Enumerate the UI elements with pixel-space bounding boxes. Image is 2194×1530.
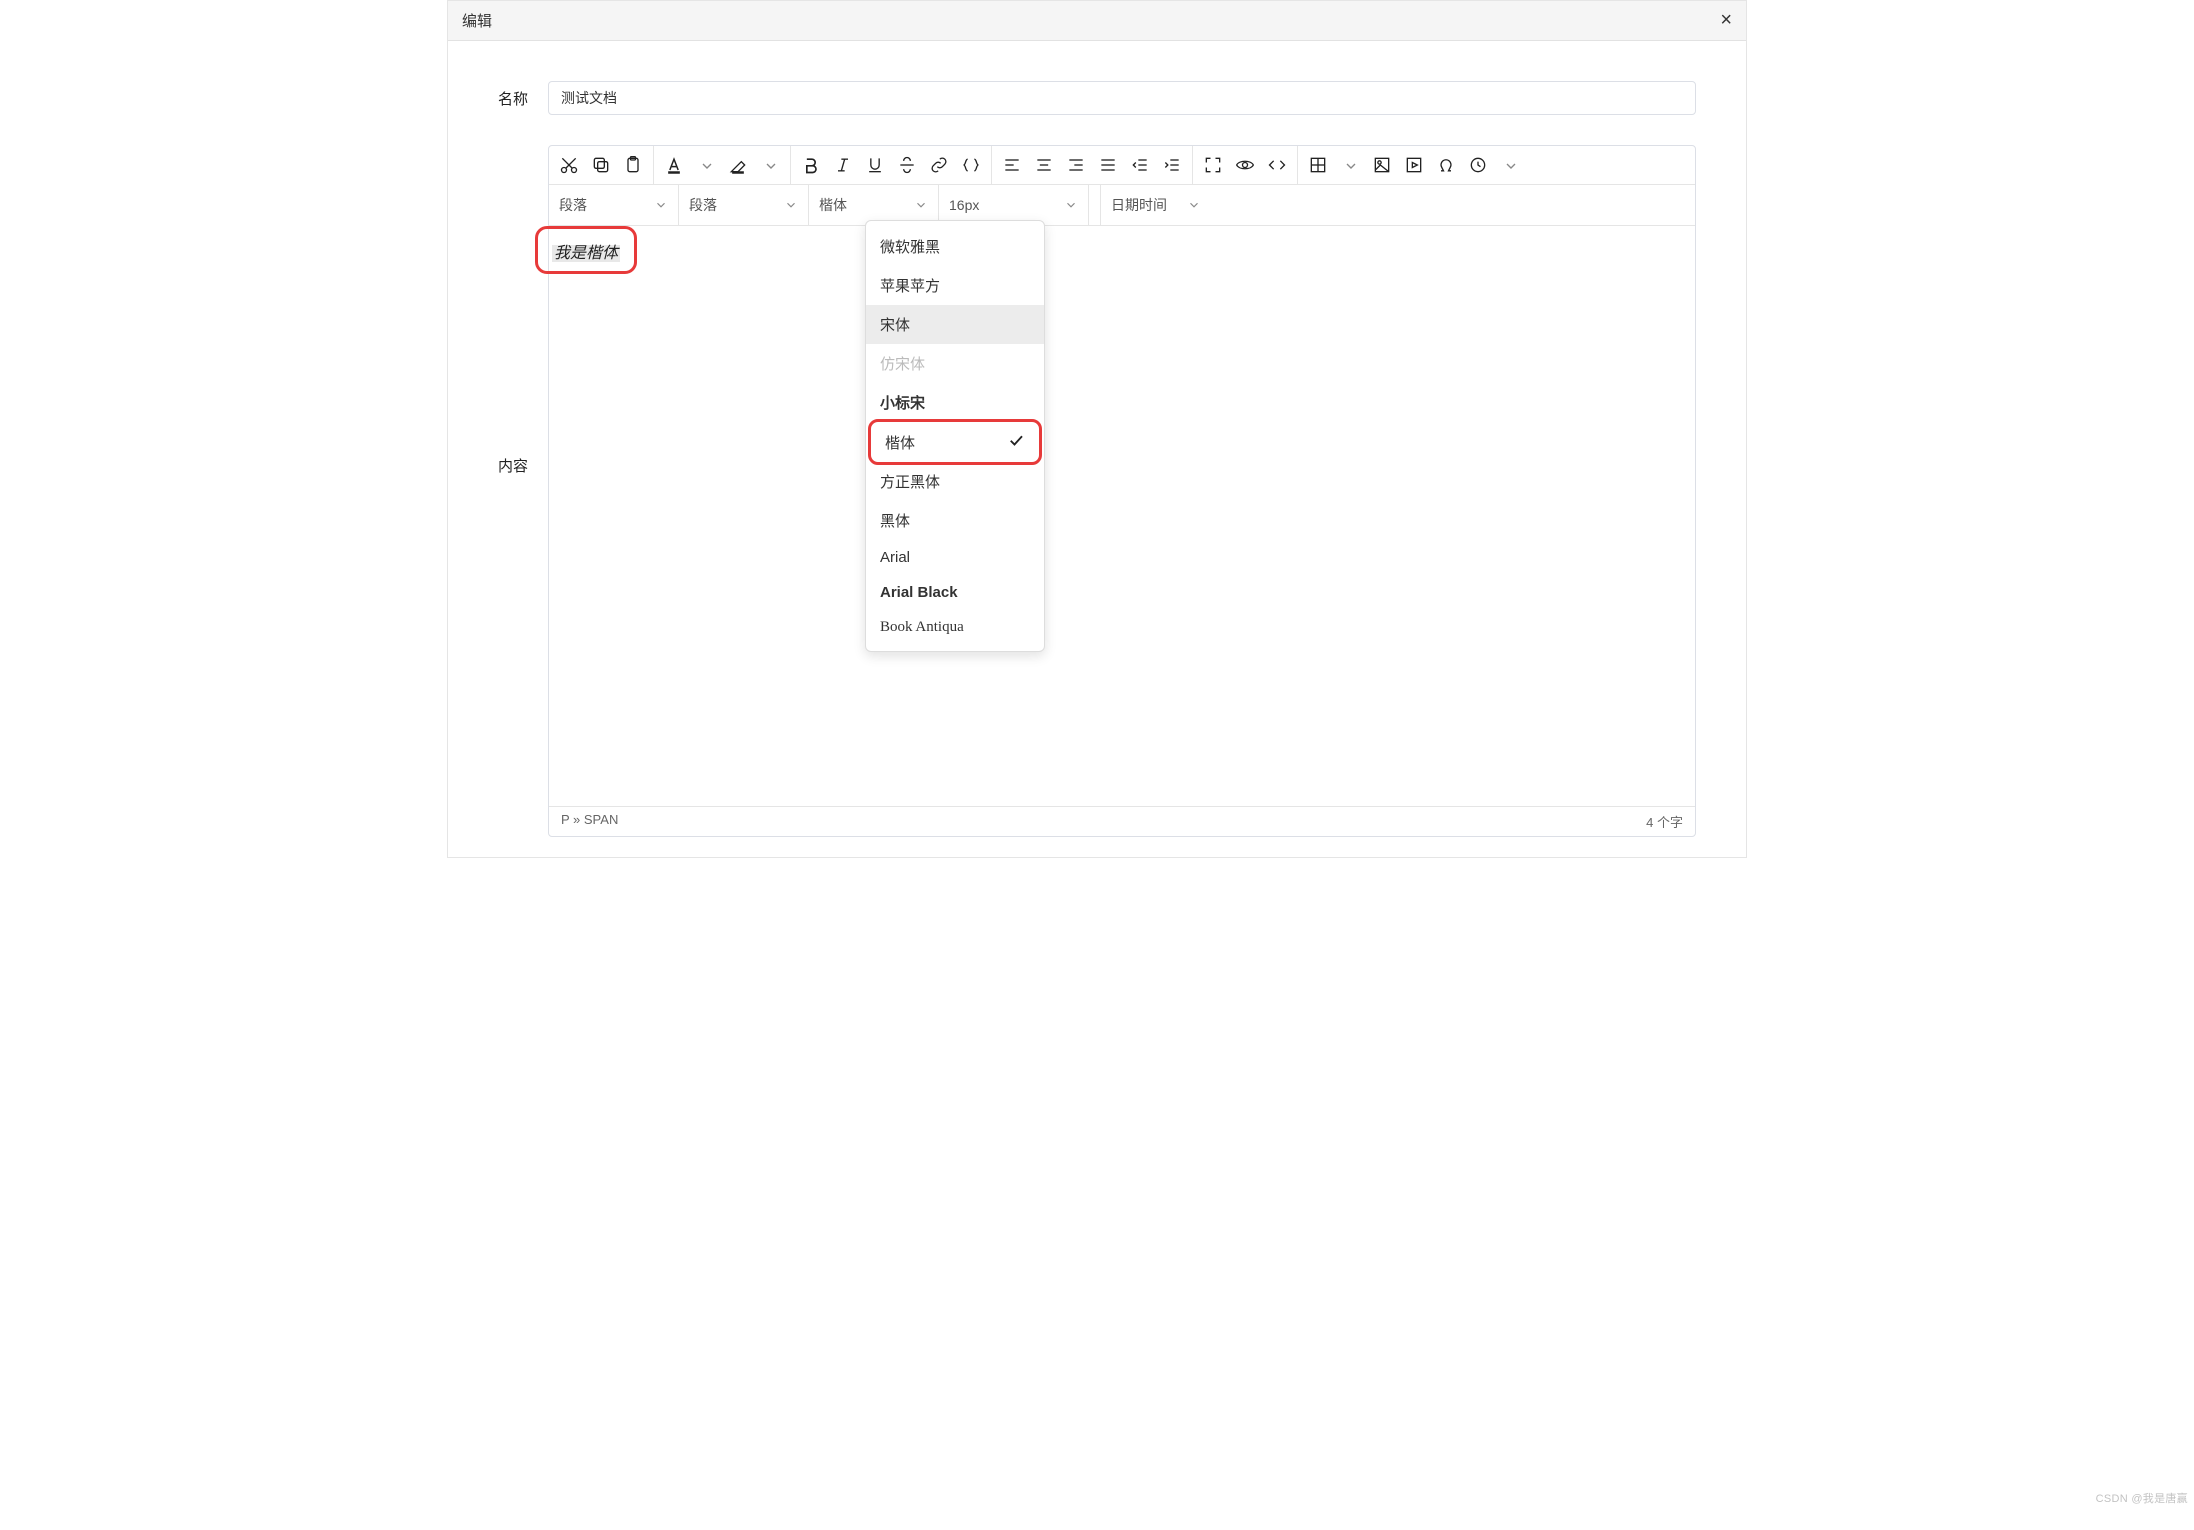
block-format-select-1[interactable]: 段落	[549, 185, 679, 225]
font-option[interactable]: 方正黑体	[866, 462, 1044, 501]
font-option-label: 宋体	[880, 314, 910, 335]
dialog-body: 名称 内容	[448, 41, 1746, 857]
font-option-label: 仿宋体	[880, 353, 925, 374]
name-label: 名称	[498, 88, 548, 109]
font-family-label: 楷体	[819, 195, 847, 215]
watermark: CSDN @我是唐赢	[2096, 1490, 2188, 1506]
text-color-icon[interactable]	[658, 148, 690, 182]
font-option[interactable]: 苹果苹方	[866, 266, 1044, 305]
media-icon[interactable]	[1398, 148, 1430, 182]
font-option-label: 楷体	[885, 432, 915, 453]
font-option-label: 黑体	[880, 510, 910, 531]
font-size-label: 16px	[949, 197, 979, 213]
highlight-chevron-icon[interactable]	[754, 148, 786, 182]
datetime-select[interactable]: 日期时间	[1101, 185, 1211, 225]
indent-icon[interactable]	[1156, 148, 1188, 182]
font-option-label: Book Antiqua	[880, 619, 964, 636]
word-count: 4 个字	[1646, 812, 1683, 831]
font-option[interactable]: 楷体	[871, 422, 1039, 462]
align-justify-icon[interactable]	[1092, 148, 1124, 182]
font-option-label: 小标宋	[880, 392, 925, 413]
font-option-label: 苹果苹方	[880, 275, 940, 296]
font-dropdown: 微软雅黑苹果苹方宋体仿宋体小标宋楷体方正黑体黑体 Arial Arial Black…	[865, 220, 1045, 652]
copy-icon[interactable]	[585, 148, 617, 182]
editor-status-bar: P » SPAN 4 个字	[549, 806, 1695, 836]
font-option-label: Arial Black	[880, 584, 958, 601]
font-option[interactable]: 微软雅黑	[866, 227, 1044, 266]
image-icon[interactable]	[1366, 148, 1398, 182]
italic-icon[interactable]	[827, 148, 859, 182]
text-color-chevron-icon[interactable]	[690, 148, 722, 182]
history-chevron-icon[interactable]	[1494, 148, 1526, 182]
history-icon[interactable]	[1462, 148, 1494, 182]
outdent-icon[interactable]	[1124, 148, 1156, 182]
block-format-label-1: 段落	[559, 195, 587, 215]
align-right-icon[interactable]	[1060, 148, 1092, 182]
editor-body[interactable]: 我是楷体 微软雅黑苹果苹方宋体仿宋体小标宋楷体方正黑体黑体 Arial Arial …	[549, 226, 1695, 806]
editor-toolbar: 段落 段落 楷体 16px	[549, 146, 1695, 226]
omega-icon[interactable]	[1430, 148, 1462, 182]
preview-icon[interactable]	[1229, 148, 1261, 182]
font-option[interactable]: 宋体	[866, 305, 1044, 344]
font-option[interactable]: 仿宋体	[866, 344, 1044, 383]
datetime-label: 日期时间	[1111, 195, 1167, 215]
dialog-title: 编辑	[462, 10, 492, 31]
name-row: 名称	[498, 81, 1696, 115]
font-option[interactable]: Arial	[866, 540, 1044, 575]
rich-editor: 段落 段落 楷体 16px	[548, 145, 1696, 837]
edit-dialog: 编辑 × 名称 内容	[447, 0, 1747, 858]
link-icon[interactable]	[923, 148, 955, 182]
name-input[interactable]	[548, 81, 1696, 115]
block-format-select-2[interactable]: 段落	[679, 185, 809, 225]
sample-text-highlight: 我是楷体	[535, 226, 637, 274]
underline-icon[interactable]	[859, 148, 891, 182]
cut-icon[interactable]	[553, 148, 585, 182]
sample-text[interactable]: 我是楷体	[552, 245, 620, 262]
strikethrough-icon[interactable]	[891, 148, 923, 182]
highlight-icon[interactable]	[722, 148, 754, 182]
check-icon	[1007, 431, 1025, 453]
dialog-header: 编辑 ×	[448, 1, 1746, 41]
fullscreen-icon[interactable]	[1197, 148, 1229, 182]
content-row: 内容	[498, 145, 1696, 837]
paste-icon[interactable]	[617, 148, 649, 182]
font-option[interactable]: Arial Black	[866, 575, 1044, 610]
close-icon[interactable]: ×	[1720, 9, 1732, 32]
content-label: 内容	[498, 455, 548, 476]
font-option-label: 方正黑体	[880, 471, 940, 492]
element-path[interactable]: P » SPAN	[561, 812, 618, 831]
table-icon[interactable]	[1302, 148, 1334, 182]
font-option[interactable]: 黑体	[866, 501, 1044, 540]
block-format-label-2: 段落	[689, 195, 717, 215]
source-code-icon[interactable]	[1261, 148, 1293, 182]
align-left-icon[interactable]	[996, 148, 1028, 182]
table-chevron-icon[interactable]	[1334, 148, 1366, 182]
align-center-icon[interactable]	[1028, 148, 1060, 182]
font-size-select[interactable]: 16px	[939, 185, 1089, 225]
font-option-highlight: 楷体	[868, 419, 1042, 465]
font-option[interactable]: 小标宋	[866, 383, 1044, 422]
font-family-select[interactable]: 楷体	[809, 185, 939, 225]
font-option-label: 微软雅黑	[880, 236, 940, 257]
code-icon[interactable]	[955, 148, 987, 182]
bold-icon[interactable]	[795, 148, 827, 182]
font-option[interactable]: Book Antiqua	[866, 610, 1044, 645]
font-option-label: Arial	[880, 549, 910, 566]
